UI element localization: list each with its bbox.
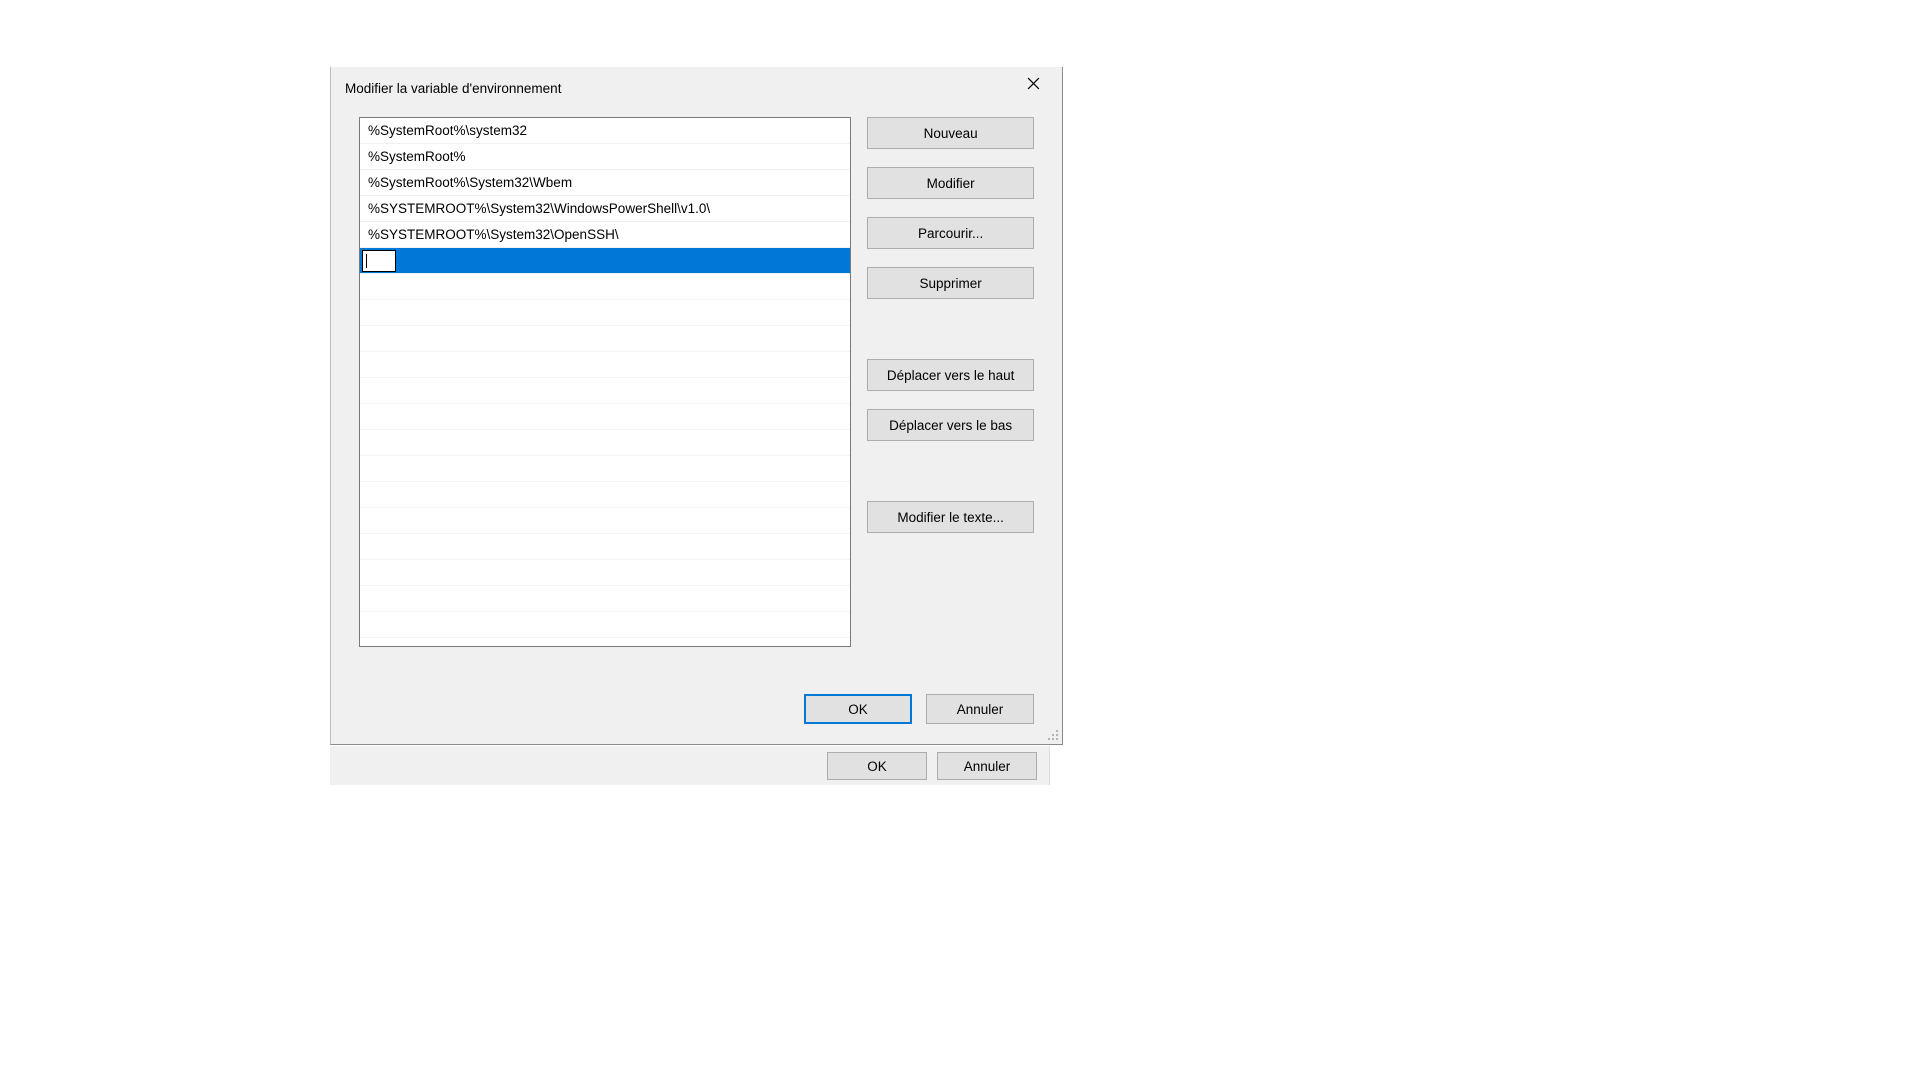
side-button-column: Nouveau Modifier Parcourir... Supprimer …: [867, 117, 1034, 672]
edit-button[interactable]: Modifier: [867, 167, 1034, 199]
dialog-titlebar: Modifier la variable d'environnement: [331, 67, 1062, 109]
new-button[interactable]: Nouveau: [867, 117, 1034, 149]
list-item[interactable]: %SystemRoot%\system32: [360, 118, 850, 144]
dialog-body: %SystemRoot%\system32 %SystemRoot% %Syst…: [331, 109, 1062, 684]
list-item-editing[interactable]: [360, 248, 850, 274]
delete-button[interactable]: Supprimer: [867, 267, 1034, 299]
parent-dialog-footer: OK Annuler: [330, 745, 1050, 785]
move-down-button[interactable]: Déplacer vers le bas: [867, 409, 1034, 441]
list-item[interactable]: %SYSTEMROOT%\System32\OpenSSH\: [360, 222, 850, 248]
path-entries-listbox[interactable]: %SystemRoot%\system32 %SystemRoot% %Syst…: [359, 117, 851, 647]
ok-button[interactable]: OK: [804, 694, 912, 724]
close-icon[interactable]: [1010, 67, 1056, 99]
text-caret-icon: [366, 254, 367, 268]
edit-env-var-dialog: Modifier la variable d'environnement %Sy…: [330, 67, 1063, 745]
inline-edit-input[interactable]: [362, 250, 396, 272]
parent-ok-button[interactable]: OK: [827, 752, 927, 780]
move-up-button[interactable]: Déplacer vers le haut: [867, 359, 1034, 391]
browse-button[interactable]: Parcourir...: [867, 217, 1034, 249]
parent-cancel-button[interactable]: Annuler: [937, 752, 1037, 780]
empty-rows: [360, 274, 850, 646]
list-item[interactable]: %SystemRoot%: [360, 144, 850, 170]
dialog-footer: OK Annuler: [331, 684, 1062, 744]
list-item[interactable]: %SYSTEMROOT%\System32\WindowsPowerShell\…: [360, 196, 850, 222]
edit-text-button[interactable]: Modifier le texte...: [867, 501, 1034, 533]
list-item[interactable]: %SystemRoot%\System32\Wbem: [360, 170, 850, 196]
dialog-title: Modifier la variable d'environnement: [345, 81, 561, 96]
cancel-button[interactable]: Annuler: [926, 694, 1034, 724]
resize-grip-icon[interactable]: [1045, 727, 1059, 741]
